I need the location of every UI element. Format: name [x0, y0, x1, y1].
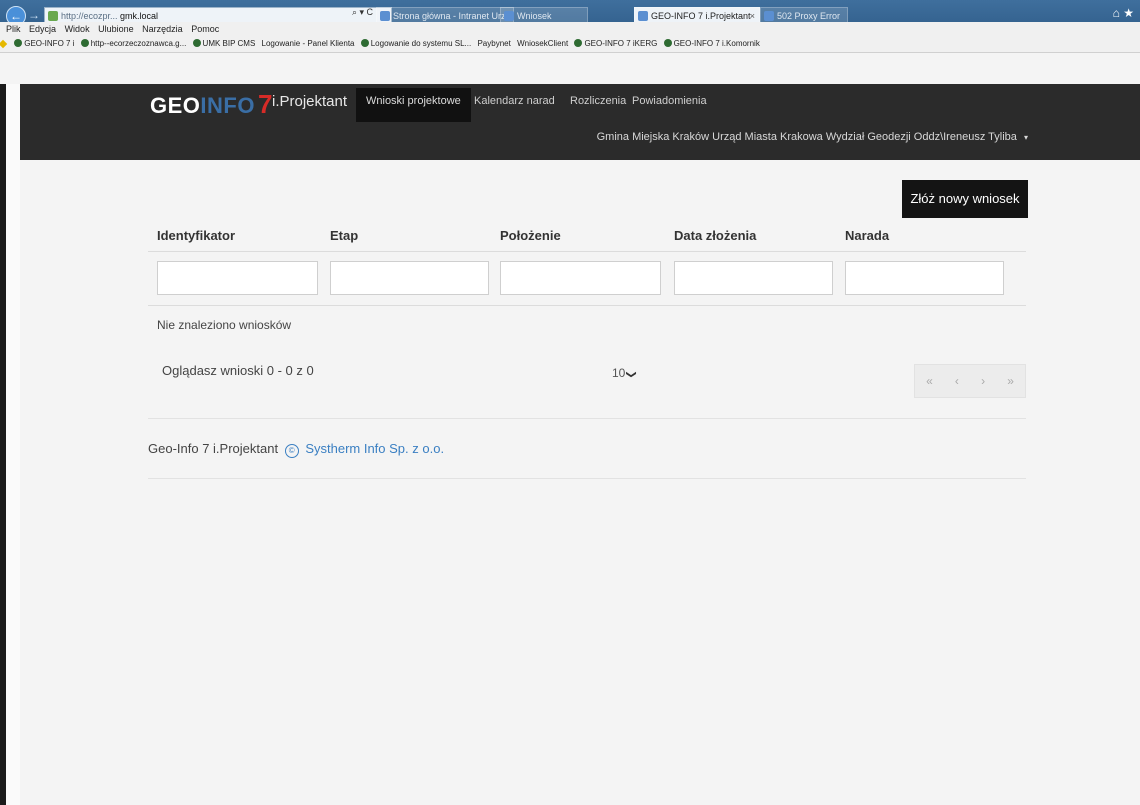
- column-header-data-zlozenia[interactable]: Data złożenia: [674, 228, 756, 243]
- favorite-icon: [14, 39, 23, 47]
- first-page-button[interactable]: «: [926, 374, 933, 388]
- footer-product: Geo-Info 7 i.Projektant: [148, 441, 279, 456]
- address-path: http://ecozpr...: [61, 11, 118, 21]
- app-header: GEOINFO 7 i.Projektant Wnioski projektowe…: [20, 84, 1140, 160]
- filter-identyfikator-input[interactable]: [157, 261, 318, 295]
- user-name: Gmina Miejska Kraków Urząd Miasta Krakow…: [596, 131, 1017, 143]
- site-icon: [48, 11, 58, 21]
- menu-item[interactable]: Edycja: [29, 24, 56, 34]
- browser-menu-bar: Plik Edycja Widok Ulubione Narzędzia Pom…: [0, 22, 1140, 36]
- favorite-item[interactable]: GEO-INFO 7 iKERG: [574, 36, 657, 52]
- column-header-polozenie[interactable]: Położenie: [500, 228, 561, 243]
- favorite-item[interactable]: Paybynet: [477, 36, 510, 52]
- page-size-value: 10: [612, 366, 626, 380]
- company-link[interactable]: Systherm Info Sp. z o.o.: [305, 441, 444, 456]
- divider: [148, 305, 1026, 306]
- favorite-icon: [360, 39, 369, 47]
- favorite-label: http--ecorzeczoznawca.g...: [90, 39, 187, 48]
- window-edge: [0, 84, 20, 805]
- favorite-label: GEO-INFO 7 i: [24, 39, 75, 48]
- chevron-down-icon: ❯: [626, 370, 638, 379]
- favorite-label: Logowanie do systemu SL...: [370, 39, 472, 48]
- favorite-label: GEO-INFO 7 iKERG: [584, 39, 658, 48]
- tab-label: 502 Proxy Error: [777, 11, 841, 21]
- favorite-item[interactable]: GEO-INFO 7 i: [14, 36, 74, 52]
- menu-item[interactable]: Ulubione: [98, 24, 134, 34]
- favorite-item[interactable]: Logowanie do systemu SL...: [360, 36, 472, 52]
- favorite-label: Logowanie - Panel Klienta: [261, 39, 355, 48]
- window-edge-inner: [6, 84, 20, 805]
- favorite-label: GEO-INFO 7 i.Komornik: [673, 39, 760, 48]
- favorites-bar: GEO-INFO 7 i http--ecorzeczoznawca.g... …: [0, 36, 1140, 53]
- footer: Geo-Info 7 i.Projektant © Systherm Info …: [148, 441, 444, 458]
- logo-geo: GEO: [150, 93, 201, 118]
- page-size-select[interactable]: 10❯: [608, 364, 640, 382]
- paging-info: Oglądasz wnioski 0 - 0 z 0: [162, 363, 314, 378]
- favorite-item[interactable]: http--ecorzeczoznawca.g...: [80, 36, 187, 52]
- favorite-icon: [663, 39, 672, 47]
- menu-item[interactable]: Plik: [6, 24, 21, 34]
- star-icon: [0, 39, 8, 49]
- pagination: « ‹ › »: [914, 364, 1026, 398]
- favorite-label: WniosekClient: [517, 39, 569, 48]
- app-name[interactable]: i.Projektant: [272, 93, 347, 110]
- tab-favicon-icon: [638, 11, 648, 21]
- tab-favicon-icon: [380, 11, 390, 21]
- divider: [148, 418, 1026, 419]
- favorite-item[interactable]: GEO-INFO 7 i.Komornik: [663, 36, 760, 52]
- geoinfo-logo[interactable]: GEOINFO 7: [150, 89, 273, 120]
- favorite-label: Paybynet: [477, 39, 511, 48]
- nav-powiadomienia[interactable]: Powiadomienia: [622, 88, 717, 122]
- next-page-button[interactable]: ›: [981, 374, 985, 388]
- tab-label: Wniosek: [517, 11, 552, 21]
- filter-narada-input[interactable]: [845, 261, 1004, 295]
- address-host: gmk.local: [120, 11, 159, 21]
- logo-info: INFO: [200, 93, 255, 118]
- nav-wnioski-projektowe[interactable]: Wnioski projektowe: [356, 88, 471, 122]
- menu-item[interactable]: Pomoc: [191, 24, 219, 34]
- filter-data-zlozenia-input[interactable]: [674, 261, 833, 295]
- copyright-icon: ©: [284, 444, 299, 458]
- new-request-button[interactable]: Złóż nowy wniosek: [902, 180, 1028, 218]
- favorite-icon: [192, 39, 201, 47]
- last-page-button[interactable]: »: [1007, 374, 1014, 388]
- divider: [148, 478, 1026, 479]
- favorite-item[interactable]: Logowanie - Panel Klienta: [262, 36, 355, 52]
- forward-icon[interactable]: →: [28, 8, 40, 22]
- tab-favicon-icon: [764, 11, 774, 21]
- empty-table-message: Nie znaleziono wniosków: [157, 318, 292, 332]
- tab-favicon-icon: [504, 11, 514, 21]
- favorite-item[interactable]: UMK BIP CMS: [192, 36, 256, 52]
- favorite-icon: [80, 39, 89, 47]
- favorite-icon: [574, 39, 583, 47]
- caret-down-icon: ▾: [1023, 133, 1028, 142]
- nav-kalendarz-narad[interactable]: Kalendarz narad: [464, 88, 565, 122]
- menu-item[interactable]: Widok: [65, 24, 90, 34]
- favorite-label: UMK BIP CMS: [202, 39, 256, 48]
- filter-etap-input[interactable]: [330, 261, 489, 295]
- menu-item[interactable]: Narzędzia: [142, 24, 183, 34]
- column-header-identyfikator[interactable]: Identyfikator: [157, 228, 235, 243]
- filter-polozenie-input[interactable]: [500, 261, 661, 295]
- address-tools[interactable]: ⌕ ▾ C: [352, 7, 373, 18]
- column-header-narada[interactable]: Narada: [845, 228, 889, 243]
- tab-label: GEO-INFO 7 i.Projektant: [651, 11, 751, 21]
- user-menu[interactable]: Gmina Miejska Kraków Urząd Miasta Krakow…: [597, 131, 1028, 143]
- logo-seven: 7: [257, 89, 273, 119]
- home-star-icon[interactable]: ⌂ ★: [1113, 6, 1134, 20]
- tab-label: Strona główna - Intranet Urzęd...: [393, 11, 514, 21]
- column-header-etap[interactable]: Etap: [330, 228, 358, 243]
- divider: [148, 251, 1026, 252]
- prev-page-button[interactable]: ‹: [955, 374, 959, 388]
- favorite-item[interactable]: WniosekClient: [517, 36, 568, 52]
- favorite-item[interactable]: [0, 36, 8, 52]
- header-top: GEOINFO 7 i.Projektant Wnioski projektowe…: [20, 84, 1140, 124]
